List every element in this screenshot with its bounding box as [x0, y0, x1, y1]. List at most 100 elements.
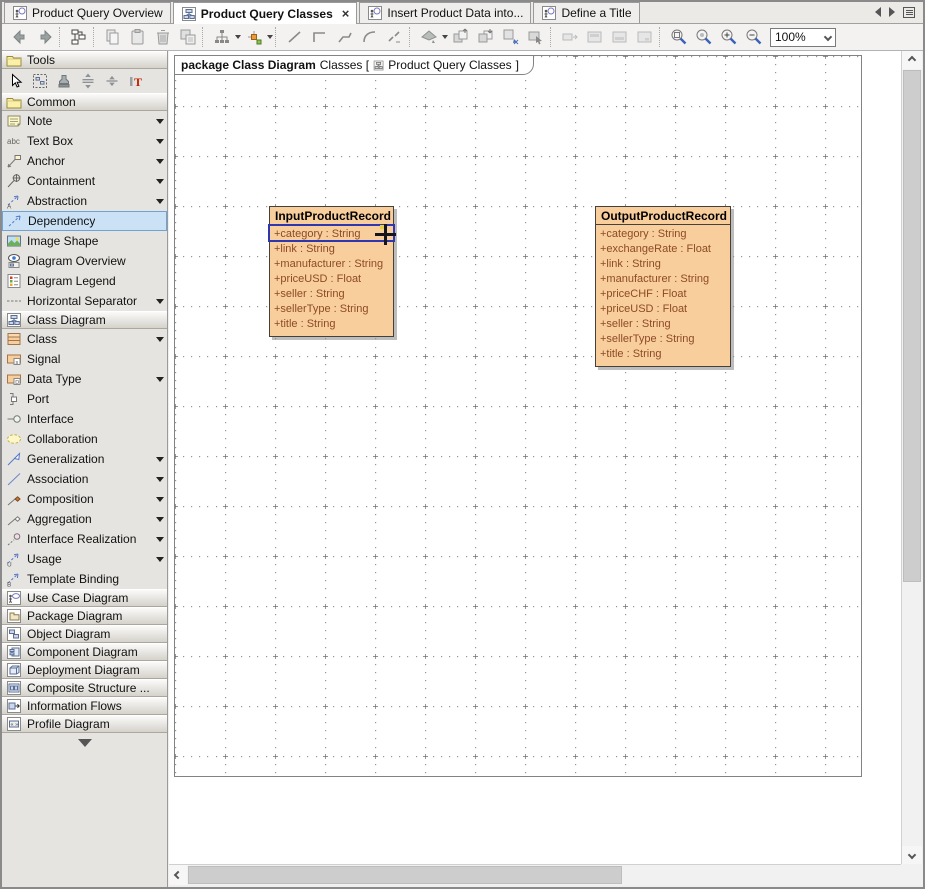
- reset-caption-button[interactable]: [523, 26, 548, 49]
- zoom-region-button[interactable]: [666, 26, 691, 49]
- palette-item-containment[interactable]: Containment: [2, 171, 167, 191]
- palette-section-component-diagram[interactable]: Component Diagram: [2, 643, 167, 661]
- class-attribute[interactable]: +priceCHF : Float: [596, 287, 730, 302]
- delete-button[interactable]: [150, 26, 175, 49]
- line-oblique-button[interactable]: [332, 26, 357, 49]
- transit-to-model-button[interactable]: [66, 26, 91, 49]
- tab-product-query-classes[interactable]: Product Query Classes ×: [173, 2, 358, 24]
- caption-option-4-button[interactable]: [632, 26, 657, 49]
- copy-button[interactable]: [100, 26, 125, 49]
- zoom-out-button[interactable]: [741, 26, 766, 49]
- class-name[interactable]: InputProductRecord: [270, 207, 393, 225]
- fit-shape-size-button[interactable]: [498, 26, 523, 49]
- scroll-up-button[interactable]: [902, 51, 922, 69]
- palette-section-class-diagram[interactable]: Class Diagram: [2, 311, 167, 329]
- sweeper-tool-icon[interactable]: [32, 73, 48, 89]
- scroll-down-button[interactable]: [902, 846, 922, 864]
- zoom-in-button[interactable]: [716, 26, 741, 49]
- palette-section-deployment-diagram[interactable]: Deployment Diagram: [2, 661, 167, 679]
- palette-item-horizontal-separator[interactable]: Horizontal Separator: [2, 291, 167, 311]
- palette-item-template-binding[interactable]: B Template Binding: [2, 569, 167, 589]
- palette-section-profile-diagram[interactable]: « » Profile Diagram: [2, 715, 167, 733]
- class-attribute[interactable]: +manufacturer : String: [596, 272, 730, 287]
- vertical-expander-tool-icon[interactable]: [80, 73, 96, 89]
- palette-section-object-diagram[interactable]: Object Diagram: [2, 625, 167, 643]
- magnet-button[interactable]: [241, 26, 266, 49]
- chevron-down-icon[interactable]: [156, 159, 164, 164]
- caption-option-1-button[interactable]: [557, 26, 582, 49]
- send-to-back-button[interactable]: [473, 26, 498, 49]
- zoom-level-combobox[interactable]: 100%: [770, 28, 836, 47]
- palette-item-association[interactable]: Association: [2, 469, 167, 489]
- forward-button[interactable]: [32, 26, 57, 49]
- class-attribute[interactable]: +title : String: [596, 347, 730, 362]
- scroll-tabs-left-icon[interactable]: [875, 7, 881, 17]
- vertical-scrollbar-thumb[interactable]: [903, 70, 921, 582]
- palette-item-diagram-overview[interactable]: Diagram Overview: [2, 251, 167, 271]
- palette-item-data-type[interactable]: D Data Type: [2, 369, 167, 389]
- chevron-down-icon[interactable]: [156, 179, 164, 184]
- chevron-down-icon[interactable]: [156, 557, 164, 562]
- palette-item-diagram-legend[interactable]: Diagram Legend: [2, 271, 167, 291]
- chevron-down-icon[interactable]: [156, 537, 164, 542]
- class-attribute[interactable]: +seller : String: [596, 317, 730, 332]
- class-attribute[interactable]: +exchangeRate : Float: [596, 242, 730, 257]
- format-copier-button[interactable]: [416, 26, 441, 49]
- vertical-compactor-tool-icon[interactable]: [104, 73, 120, 89]
- chevron-down-icon[interactable]: [156, 517, 164, 522]
- stamper-tool-icon[interactable]: [56, 73, 72, 89]
- horizontal-scrollbar-thumb[interactable]: [188, 866, 622, 884]
- palette-item-anchor[interactable]: Anchor: [2, 151, 167, 171]
- palette-item-composition[interactable]: Composition: [2, 489, 167, 509]
- palette-item-collaboration[interactable]: Collaboration: [2, 429, 167, 449]
- chevron-down-icon[interactable]: [156, 139, 164, 144]
- class-shape-outputproductrecord[interactable]: OutputProductRecord +category : String+e…: [595, 206, 731, 367]
- layout-diagram-button[interactable]: [209, 26, 234, 49]
- chevron-down-icon[interactable]: [267, 35, 273, 39]
- scroll-left-button[interactable]: [169, 865, 187, 885]
- chevron-down-icon[interactable]: [156, 299, 164, 304]
- palette-item-class[interactable]: Class: [2, 329, 167, 349]
- diagram-canvas[interactable]: package Class Diagram Classes [ Product …: [169, 51, 901, 864]
- palette-item-signal[interactable]: s Signal: [2, 349, 167, 369]
- line-rectilinear-button[interactable]: [307, 26, 332, 49]
- palette-item-abstraction[interactable]: A Abstraction: [2, 191, 167, 211]
- pointer-tool-icon[interactable]: [8, 73, 24, 89]
- chevron-down-icon[interactable]: [156, 497, 164, 502]
- palette-item-interface[interactable]: Interface: [2, 409, 167, 429]
- class-attribute[interactable]: +sellerType : String: [270, 302, 393, 317]
- palette-section-information-flows[interactable]: Information Flows: [2, 697, 167, 715]
- palette-item-generalization[interactable]: Generalization: [2, 449, 167, 469]
- class-attribute[interactable]: +priceUSD : Float: [596, 302, 730, 317]
- class-attribute[interactable]: +title : String: [270, 317, 393, 332]
- line-round-oblique-button[interactable]: [382, 26, 407, 49]
- back-button[interactable]: [7, 26, 32, 49]
- palette-section-package-diagram[interactable]: Package Diagram: [2, 607, 167, 625]
- caption-option-3-button[interactable]: [607, 26, 632, 49]
- chevron-down-icon[interactable]: [156, 377, 164, 382]
- horizontal-scrollbar[interactable]: [169, 864, 921, 885]
- class-attribute[interactable]: +category : String: [596, 227, 730, 242]
- tab-define-a-title[interactable]: Define a Title: [533, 2, 639, 23]
- palette-item-port[interactable]: Port: [2, 389, 167, 409]
- palette-section-use-case-diagram[interactable]: Use Case Diagram: [2, 589, 167, 607]
- tab-list-icon[interactable]: [903, 7, 915, 18]
- palette-section-composite-structure[interactable]: Composite Structure ...: [2, 679, 167, 697]
- chevron-down-icon[interactable]: [156, 199, 164, 204]
- zoom-overview-button[interactable]: [691, 26, 716, 49]
- chevron-down-icon[interactable]: [156, 477, 164, 482]
- class-shape-inputproductrecord[interactable]: InputProductRecord +category : String+li…: [269, 206, 394, 337]
- class-attribute[interactable]: +sellerType : String: [596, 332, 730, 347]
- palette-item-text-box[interactable]: abc Text Box: [2, 131, 167, 151]
- attribute-selection-box[interactable]: [268, 224, 395, 242]
- line-straight-button[interactable]: [282, 26, 307, 49]
- palette-item-interface-realization[interactable]: Interface Realization: [2, 529, 167, 549]
- vertical-scrollbar[interactable]: [901, 51, 921, 864]
- palette-item-aggregation[interactable]: Aggregation: [2, 509, 167, 529]
- palette-scroll-down-button[interactable]: [65, 739, 105, 747]
- chevron-down-icon[interactable]: [156, 337, 164, 342]
- palette-section-tools[interactable]: Tools: [2, 51, 167, 69]
- duplicate-button[interactable]: [175, 26, 200, 49]
- class-attribute[interactable]: +manufacturer : String: [270, 257, 393, 272]
- tab-insert-product-data[interactable]: Insert Product Data into...: [359, 2, 531, 23]
